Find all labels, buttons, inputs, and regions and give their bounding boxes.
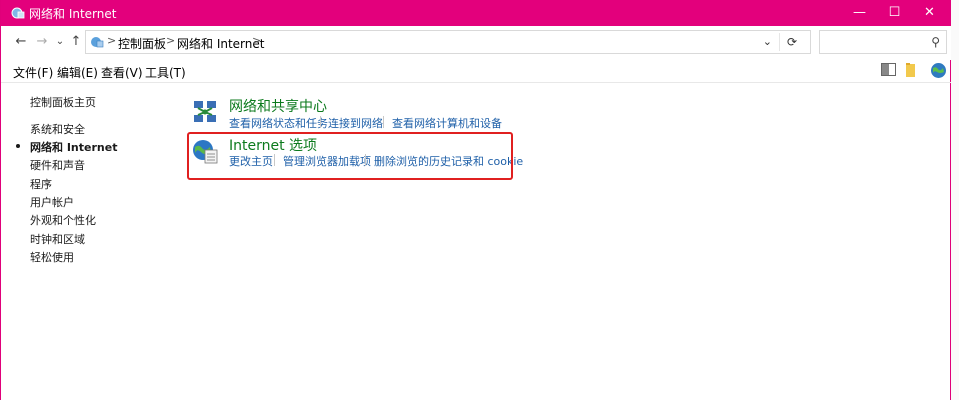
- link-view-network-status[interactable]: 查看网络状态和任务: [229, 115, 328, 131]
- link-connect-to-network[interactable]: 连接到网络: [328, 115, 383, 131]
- folder-icon[interactable]: [906, 63, 915, 77]
- back-button[interactable]: ←: [13, 34, 29, 50]
- title-bar: 网络和 Internet — ☐ ✕: [1, 0, 952, 26]
- control-panel-icon: [91, 37, 104, 48]
- menu-tools[interactable]: 工具(T): [145, 64, 186, 81]
- sidebar-item-user-accounts[interactable]: 用户帐户: [30, 194, 74, 210]
- close-button[interactable]: ✕: [907, 0, 952, 26]
- sidebar-item-ease-of-access[interactable]: 轻松使用: [30, 249, 74, 265]
- sidebar-item-control-panel-home[interactable]: 控制面板主页: [30, 94, 96, 110]
- control-panel-window: 网络和 Internet — ☐ ✕ ← → ⌄ ↑ > 控制面板 > 网络和 I…: [0, 0, 952, 400]
- search-icon: ⚲: [931, 35, 940, 49]
- category-network-sharing-title[interactable]: 网络和共享中心: [229, 96, 327, 116]
- sidebar-item-system-security[interactable]: 系统和安全: [30, 121, 85, 137]
- menu-view[interactable]: 查看(V): [101, 64, 143, 81]
- sidebar-item-network-internet[interactable]: 网络和 Internet: [30, 139, 117, 155]
- breadcrumb-control-panel[interactable]: 控制面板: [118, 35, 166, 52]
- sidebar-item-hardware-sound[interactable]: 硬件和声音: [30, 157, 85, 173]
- sidebar-item-clock-region[interactable]: 时钟和区域: [30, 231, 85, 247]
- link-divider: [383, 116, 384, 128]
- preview-pane-icon[interactable]: [881, 63, 896, 76]
- refresh-button[interactable]: ⟳: [779, 33, 804, 51]
- control-panel-icon: [11, 7, 25, 19]
- link-view-network-computers[interactable]: 查看网络计算机和设备: [392, 115, 502, 131]
- address-bar[interactable]: > 控制面板 > 网络和 Internet > ⌄ ⟳: [85, 30, 811, 54]
- forward-button[interactable]: →: [34, 34, 50, 50]
- scrollbar[interactable]: [938, 82, 948, 400]
- background-window-edge: [951, 0, 959, 400]
- link-divider: [320, 116, 321, 128]
- address-dropdown-icon[interactable]: ⌄: [763, 35, 772, 48]
- breadcrumb-separator: >: [107, 34, 117, 47]
- recent-locations-button[interactable]: ⌄: [52, 34, 68, 50]
- sidebar-item-appearance[interactable]: 外观和个性化: [30, 212, 96, 228]
- window-title: 网络和 Internet: [29, 7, 117, 21]
- sidebar: 控制面板主页 系统和安全 网络和 Internet 硬件和声音 程序 用户帐户 …: [1, 82, 171, 400]
- network-sharing-icon: [194, 101, 216, 122]
- sidebar-item-programs[interactable]: 程序: [30, 176, 52, 192]
- breadcrumb-separator: >: [166, 34, 176, 47]
- menu-file[interactable]: 文件(F): [13, 64, 53, 81]
- breadcrumb-separator: >: [252, 34, 262, 47]
- menu-bar: 文件(F) 编辑(E) 查看(V) 工具(T): [1, 60, 952, 83]
- search-input[interactable]: ⚲: [819, 30, 947, 54]
- globe-icon[interactable]: [930, 62, 947, 79]
- highlight-box: [187, 132, 513, 180]
- up-button[interactable]: ↑: [68, 34, 84, 50]
- address-toolbar: ← → ⌄ ↑ > 控制面板 > 网络和 Internet > ⌄ ⟳ ⚲: [1, 26, 952, 60]
- active-indicator: [16, 144, 20, 148]
- menu-edit[interactable]: 编辑(E): [57, 64, 98, 81]
